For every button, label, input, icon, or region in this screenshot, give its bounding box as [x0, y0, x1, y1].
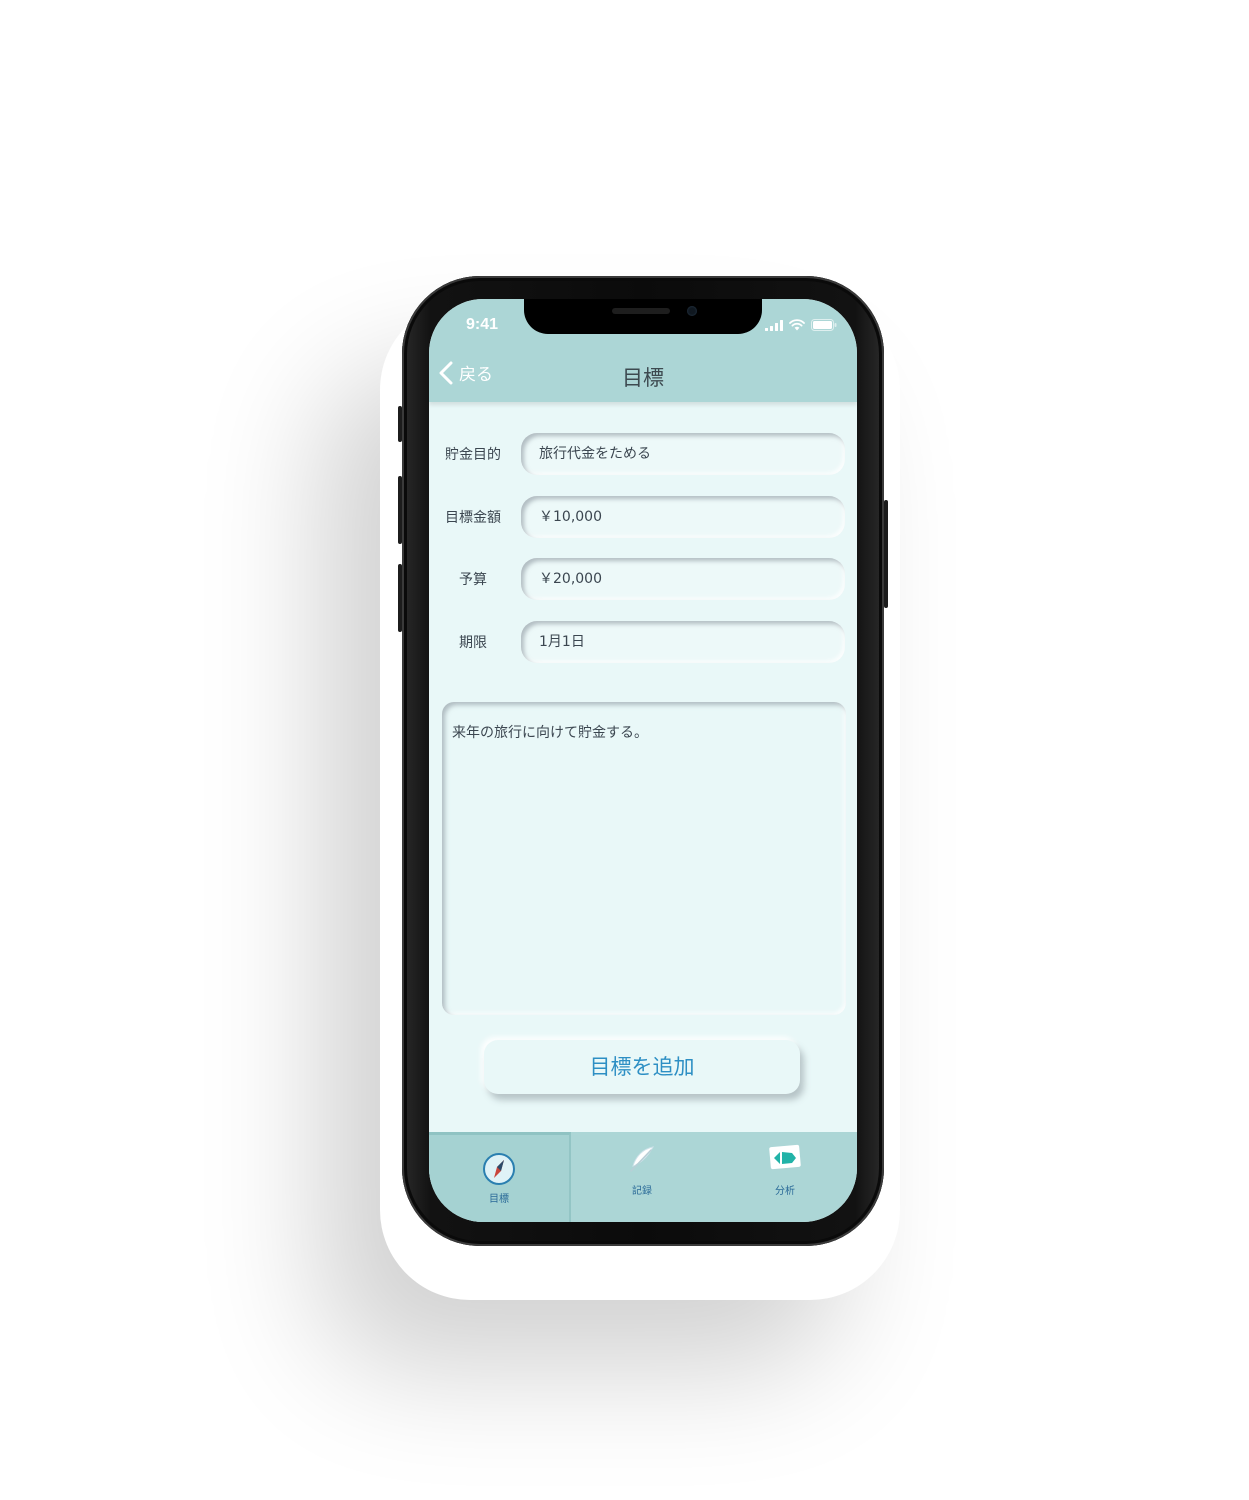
- tab-bar: 目標 記録 分析: [429, 1132, 857, 1222]
- target-amount-label: 目標金額: [445, 510, 501, 526]
- power-button: [884, 500, 888, 608]
- deadline-input[interactable]: 1月1日: [521, 621, 845, 663]
- stage: 9:41 戻る 目標 貯金目的 旅行代金をためる 目標金額 ￥10,000 予算…: [0, 0, 1249, 1500]
- tab-goal[interactable]: 目標: [429, 1132, 571, 1222]
- form-row-purpose: 貯金目的 旅行代金をためる: [429, 433, 857, 477]
- tab-goal-label: 目標: [489, 1194, 509, 1205]
- status-icons: [765, 319, 837, 331]
- page-title: 目標: [622, 366, 664, 390]
- battery-icon: [811, 319, 837, 331]
- deadline-label: 期限: [459, 635, 487, 651]
- volume-down-button: [398, 564, 402, 632]
- chart-card-icon: [769, 1144, 801, 1170]
- add-goal-button[interactable]: 目標を追加: [484, 1040, 800, 1094]
- memo-textarea[interactable]: 来年の旅行に向けて貯金する。: [442, 702, 846, 1015]
- tab-record-label: 記録: [632, 1186, 652, 1197]
- tab-analysis-label: 分析: [775, 1186, 795, 1197]
- front-camera: [687, 306, 697, 316]
- tab-analysis[interactable]: 分析: [713, 1132, 857, 1222]
- wifi-icon: [789, 319, 805, 331]
- tab-record[interactable]: 記録: [571, 1132, 713, 1222]
- status-time: 9:41: [466, 316, 499, 333]
- budget-input[interactable]: ￥20,000: [521, 558, 845, 600]
- earpiece-speaker: [612, 308, 670, 314]
- form-row-deadline: 期限 1月1日: [429, 621, 857, 665]
- target-amount-input[interactable]: ￥10,000: [521, 496, 845, 538]
- app-screen: 9:41 戻る 目標 貯金目的 旅行代金をためる 目標金額 ￥10,000 予算…: [429, 299, 857, 1222]
- compass-icon: [483, 1153, 515, 1185]
- budget-label: 予算: [459, 572, 487, 588]
- volume-up-button: [398, 476, 402, 544]
- form-row-target-amount: 目標金額 ￥10,000: [429, 496, 857, 540]
- purpose-input[interactable]: 旅行代金をためる: [521, 433, 845, 475]
- silent-switch: [398, 406, 402, 442]
- purpose-label: 貯金目的: [445, 447, 501, 463]
- device-notch: [524, 299, 762, 334]
- feather-icon: [630, 1146, 654, 1172]
- signal-icon: [765, 319, 783, 331]
- form-row-budget: 予算 ￥20,000: [429, 558, 857, 602]
